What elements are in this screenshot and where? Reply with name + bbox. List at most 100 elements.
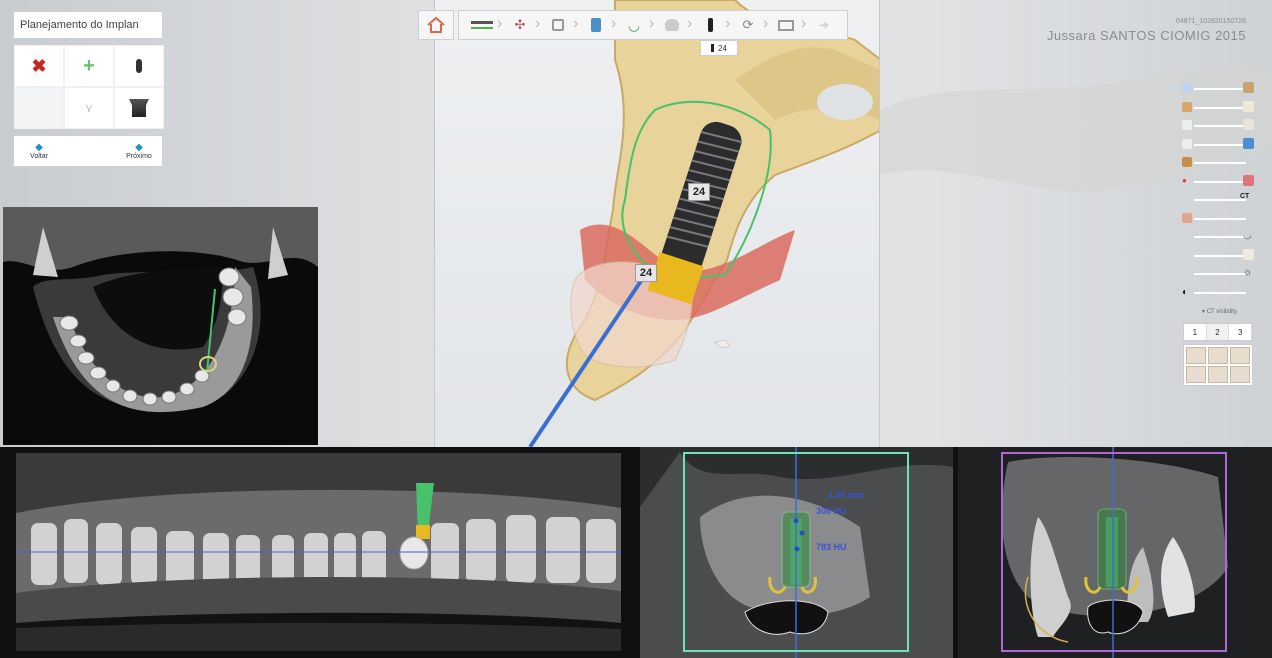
slider-ct-level[interactable]: CT bbox=[1180, 191, 1256, 210]
ct-visibility-label: ▾ CT visibility bbox=[1202, 309, 1237, 315]
ct-small-icon bbox=[1182, 138, 1192, 149]
step-export[interactable] bbox=[763, 11, 805, 39]
implant-planning-app: 24 24 Planejamento do Implan ✖ + ⋎ ◆ Vol… bbox=[0, 0, 1272, 658]
arrow-right-icon: ◆ bbox=[135, 141, 143, 153]
slider-gingiva[interactable] bbox=[1180, 210, 1256, 229]
nerve-icon: ● bbox=[1182, 175, 1187, 185]
implant-label-top[interactable]: 24 bbox=[688, 183, 710, 201]
measure-label: 1.20 mm bbox=[828, 490, 865, 500]
workflow-steps: ✣ ◡ ⟳ ➜ bbox=[458, 10, 848, 40]
planning-tools: ✖ + ⋎ bbox=[13, 44, 164, 130]
slider-jaw[interactable] bbox=[1180, 99, 1256, 118]
tangential-view[interactable] bbox=[958, 447, 1272, 658]
scan-icon bbox=[552, 19, 564, 31]
slider-nerve[interactable]: ● bbox=[1180, 173, 1256, 192]
abutment-tool-button[interactable] bbox=[114, 87, 164, 129]
tooth-tool-button[interactable]: ⋎ bbox=[64, 87, 114, 129]
step-scan[interactable] bbox=[535, 11, 577, 39]
visibility-sliders: ● CT ◡ ☼ ◐ bbox=[1180, 80, 1256, 302]
back-button[interactable]: ◆ Voltar bbox=[14, 136, 64, 166]
bottom-views: 1.20 mm 308 HU 783 HU bbox=[0, 447, 1272, 658]
next-button[interactable]: ◆ Próximo bbox=[114, 136, 164, 166]
3d-scene bbox=[528, 0, 879, 447]
jaw-icon bbox=[1182, 101, 1192, 112]
arch-icon: ◡ bbox=[627, 16, 641, 33]
view-front-button[interactable] bbox=[1186, 347, 1206, 364]
implant-tool-button[interactable] bbox=[114, 45, 164, 87]
view-tab-1[interactable]: 1 bbox=[1184, 324, 1207, 340]
slider-crown[interactable] bbox=[1180, 247, 1256, 266]
view-left-button[interactable] bbox=[1230, 347, 1250, 364]
step-models[interactable]: ✣ bbox=[497, 11, 539, 39]
step-arch[interactable]: ◡ bbox=[611, 11, 653, 39]
axial-ct-view[interactable] bbox=[3, 207, 318, 445]
step-guide[interactable]: ⟳ bbox=[725, 11, 767, 39]
slider-scan[interactable] bbox=[1180, 80, 1256, 99]
slider-contrast[interactable]: ◐ bbox=[1180, 284, 1256, 303]
view-tab-3[interactable]: 3 bbox=[1229, 324, 1253, 340]
tangential-image bbox=[958, 447, 1272, 658]
arch-small-icon: ◡ bbox=[1243, 230, 1252, 241]
tooth-small-icon bbox=[1243, 100, 1254, 112]
3d-viewer[interactable]: 24 24 bbox=[434, 0, 880, 447]
planning-widget: Planejamento do Implan ✖ + ⋎ ◆ Voltar ◆ … bbox=[13, 11, 164, 171]
view-orientation-grid bbox=[1183, 344, 1253, 386]
step-ct[interactable] bbox=[573, 11, 615, 39]
empty-tool-slot bbox=[14, 87, 64, 129]
slider-arch[interactable]: ◡ bbox=[1180, 228, 1256, 247]
planning-title: Planejamento do Implan bbox=[13, 11, 163, 39]
forward-icon: ➜ bbox=[818, 18, 830, 32]
molecule-icon: ✣ bbox=[514, 17, 526, 32]
plus-icon: + bbox=[83, 54, 95, 77]
cross-section-image bbox=[640, 447, 953, 658]
cross-sectional-view[interactable]: 1.20 mm 308 HU 783 HU bbox=[640, 447, 953, 658]
planning-nav: ◆ Voltar ◆ Próximo bbox=[13, 135, 163, 167]
slider-ct[interactable] bbox=[1180, 136, 1256, 155]
delete-implant-button[interactable]: ✖ bbox=[14, 45, 64, 87]
hu-bottom-label: 783 HU bbox=[816, 542, 847, 552]
sinus-hole bbox=[817, 84, 873, 120]
view-back-button[interactable] bbox=[1208, 347, 1228, 364]
step-patient[interactable] bbox=[463, 11, 501, 39]
implant-label-bottom[interactable]: 24 bbox=[635, 264, 657, 282]
axial-image bbox=[3, 207, 318, 445]
patient-name: Jussara SANTOS CIOMIG 2015 bbox=[1046, 28, 1246, 43]
hu-top-label: 308 HU bbox=[816, 506, 847, 516]
contrast-icon: ◐ bbox=[1182, 286, 1189, 298]
patient-info: 04871_102820150726 Jussara SANTOS CIOMIG… bbox=[1047, 18, 1246, 43]
guide-icon: ⟳ bbox=[742, 17, 754, 32]
view-tab-2[interactable]: 2 bbox=[1206, 324, 1230, 340]
slider-brightness[interactable]: ☼ bbox=[1180, 265, 1256, 284]
cube-icon bbox=[1243, 137, 1254, 149]
slider-bone[interactable] bbox=[1180, 154, 1256, 173]
next-label: Próximo bbox=[126, 152, 152, 160]
tooth-step-icon bbox=[665, 19, 679, 31]
ct-icon bbox=[591, 18, 601, 32]
panoramic-image bbox=[16, 453, 621, 651]
debris bbox=[713, 339, 731, 349]
step-tooth[interactable] bbox=[649, 11, 691, 39]
slider-teeth[interactable] bbox=[1180, 117, 1256, 136]
mail-icon bbox=[778, 19, 794, 31]
step-finish[interactable]: ➜ bbox=[801, 11, 843, 39]
implant-selector[interactable]: 24 bbox=[700, 40, 738, 56]
model-icon bbox=[1243, 82, 1254, 93]
panoramic-view[interactable] bbox=[16, 453, 621, 651]
back-label: Voltar bbox=[30, 152, 48, 160]
scan-small-icon bbox=[1182, 83, 1192, 93]
workflow-toolbar: ✣ ◡ ⟳ ➜ bbox=[418, 10, 848, 40]
view-layout-tabs: 1 2 3 bbox=[1183, 323, 1253, 341]
view-top-button[interactable] bbox=[1208, 366, 1228, 383]
home-icon bbox=[427, 16, 445, 33]
nerve-end-icon bbox=[1243, 174, 1254, 186]
home-button[interactable] bbox=[418, 10, 454, 40]
tooth-icon: ⋎ bbox=[84, 101, 94, 115]
step-implant[interactable] bbox=[687, 11, 729, 39]
add-implant-button[interactable]: + bbox=[64, 45, 114, 87]
view-right-button[interactable] bbox=[1186, 366, 1206, 383]
implant-icon bbox=[136, 59, 142, 73]
view-bottom-button[interactable] bbox=[1230, 366, 1250, 383]
arrow-left-icon: ◆ bbox=[35, 141, 43, 153]
implant-step-icon bbox=[707, 18, 713, 32]
